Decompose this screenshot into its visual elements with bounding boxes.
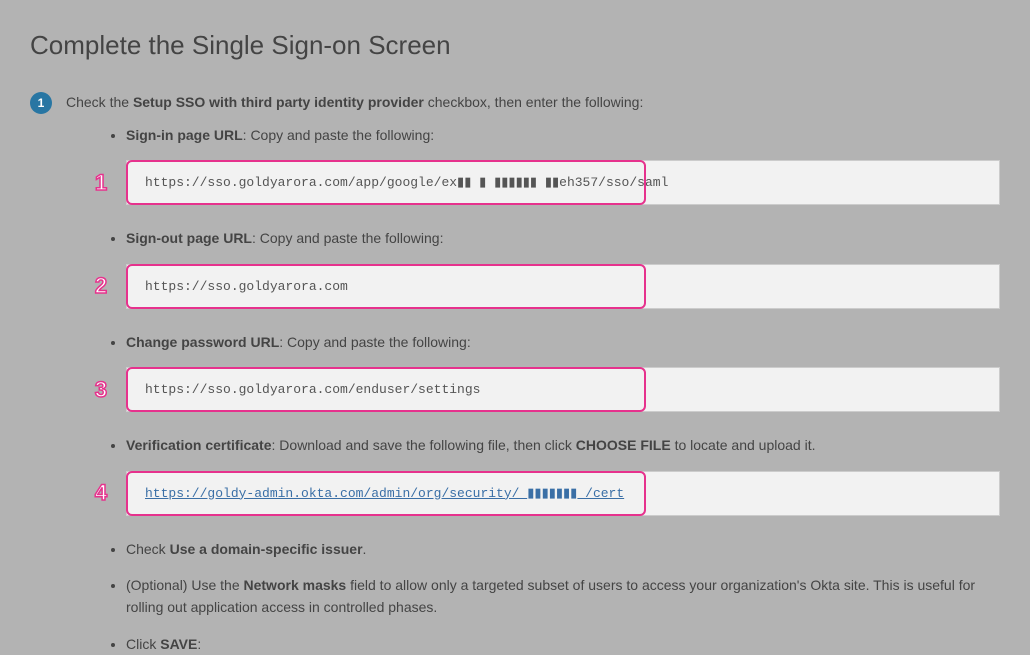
trailing-prefix: (Optional) Use the (126, 577, 244, 593)
annotation-number: 3 (88, 377, 114, 403)
item-label-bold: Change password URL (126, 334, 279, 350)
trailing-bold: Use a domain-specific issuer (170, 541, 363, 557)
step-text: Check the Setup SSO with third party ide… (66, 91, 643, 113)
certificate-url-link[interactable]: https://goldy-admin.okta.com/admin/org/s… (126, 471, 1000, 516)
code-row: 3 https://sso.goldyarora.com/enduser/set… (88, 367, 1000, 412)
annotation-number: 2 (88, 273, 114, 299)
trailing-suffix: : (197, 636, 201, 652)
item-label-rest-bold: CHOOSE FILE (576, 437, 671, 453)
list-item: Change password URL: Copy and paste the … (126, 331, 1000, 353)
trailing-prefix: Click (126, 636, 160, 652)
list-item: Check Use a domain-specific issuer. (126, 538, 1000, 560)
step-suffix: checkbox, then enter the following: (424, 94, 643, 110)
bullet-list: Verification certificate: Download and s… (126, 434, 1000, 456)
item-label-bold: Verification certificate (126, 437, 272, 453)
trailing-bold: SAVE (160, 636, 197, 652)
bullet-list: Sign-out page URL: Copy and paste the fo… (126, 227, 1000, 249)
page-title: Complete the Single Sign-on Screen (30, 30, 1000, 61)
item-label-rest: : Copy and paste the following: (243, 127, 434, 143)
list-item: Click SAVE: (126, 633, 1000, 655)
step-prefix: Check the (66, 94, 133, 110)
bullet-list: Sign-in page URL: Copy and paste the fol… (126, 124, 1000, 146)
step-number-badge: 1 (30, 92, 52, 114)
annotation-number: 4 (88, 480, 114, 506)
list-item: Sign-out page URL: Copy and paste the fo… (126, 227, 1000, 249)
list-item: Sign-in page URL: Copy and paste the fol… (126, 124, 1000, 146)
list-item: Verification certificate: Download and s… (126, 434, 1000, 456)
item-label-rest-prefix: : Download and save the following file, … (272, 437, 576, 453)
item-label-bold: Sign-out page URL (126, 230, 252, 246)
signout-url-code[interactable]: https://sso.goldyarora.com (126, 264, 1000, 309)
bullet-list: Check Use a domain-specific issuer. (Opt… (126, 538, 1000, 655)
item-label-rest-suffix: to locate and upload it. (671, 437, 816, 453)
annotation-number: 1 (88, 170, 114, 196)
code-row: 4 https://goldy-admin.okta.com/admin/org… (88, 471, 1000, 516)
item-label-bold: Sign-in page URL (126, 127, 243, 143)
trailing-suffix: . (363, 541, 367, 557)
bullet-list: Change password URL: Copy and paste the … (126, 331, 1000, 353)
item-label-rest: : Copy and paste the following: (252, 230, 443, 246)
trailing-bold: Network masks (244, 577, 347, 593)
change-password-url-code[interactable]: https://sso.goldyarora.com/enduser/setti… (126, 367, 1000, 412)
signin-url-code[interactable]: https://sso.goldyarora.com/app/google/ex… (126, 160, 1000, 205)
step-bold: Setup SSO with third party identity prov… (133, 94, 424, 110)
trailing-prefix: Check (126, 541, 170, 557)
list-item: (Optional) Use the Network masks field t… (126, 574, 1000, 619)
code-row: 1 https://sso.goldyarora.com/app/google/… (88, 160, 1000, 205)
step-row: 1 Check the Setup SSO with third party i… (30, 91, 1000, 114)
item-label-rest: : Copy and paste the following: (279, 334, 470, 350)
code-row: 2 https://sso.goldyarora.com (88, 264, 1000, 309)
